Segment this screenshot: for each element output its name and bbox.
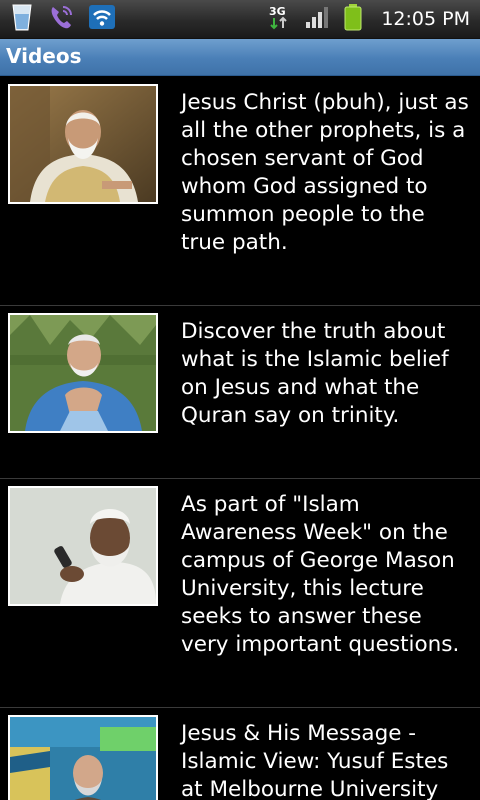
network-type-label: 3G bbox=[269, 5, 286, 18]
battery-icon bbox=[343, 3, 363, 35]
status-bar: 3G 12:05 PM bbox=[0, 0, 480, 39]
network-3g-icon: 3G bbox=[267, 3, 293, 35]
list-item[interactable]: Jesus & His Message - Islamic View: Yusu… bbox=[0, 708, 480, 800]
list-item[interactable]: Jesus Christ (pbuh), just as all the oth… bbox=[0, 76, 480, 305]
list-item[interactable]: Discover the truth about what is the Isl… bbox=[0, 306, 480, 478]
video-description[interactable]: As part of "Islam Awareness Week" on the… bbox=[181, 491, 473, 659]
video-thumbnail[interactable] bbox=[8, 313, 158, 433]
page-title: Videos bbox=[6, 44, 82, 68]
video-thumbnail[interactable] bbox=[8, 84, 158, 204]
video-description[interactable]: Jesus Christ (pbuh), just as all the oth… bbox=[181, 89, 473, 257]
wifi-icon bbox=[88, 4, 116, 34]
video-description[interactable]: Discover the truth about what is the Isl… bbox=[181, 318, 473, 430]
video-list[interactable]: Jesus Christ (pbuh), just as all the oth… bbox=[0, 76, 480, 800]
phone-call-icon bbox=[48, 3, 74, 35]
water-glass-icon bbox=[10, 2, 34, 36]
status-notifications bbox=[10, 4, 116, 34]
video-thumbnail[interactable] bbox=[8, 715, 158, 800]
status-system: 3G 12:05 PM bbox=[267, 4, 470, 34]
title-bar: Videos bbox=[0, 39, 480, 76]
list-item[interactable]: As part of "Islam Awareness Week" on the… bbox=[0, 479, 480, 707]
video-thumbnail[interactable] bbox=[8, 486, 158, 606]
status-time: 12:05 PM bbox=[381, 8, 470, 30]
video-description[interactable]: Jesus & His Message - Islamic View: Yusu… bbox=[181, 720, 473, 800]
signal-icon bbox=[305, 4, 331, 34]
